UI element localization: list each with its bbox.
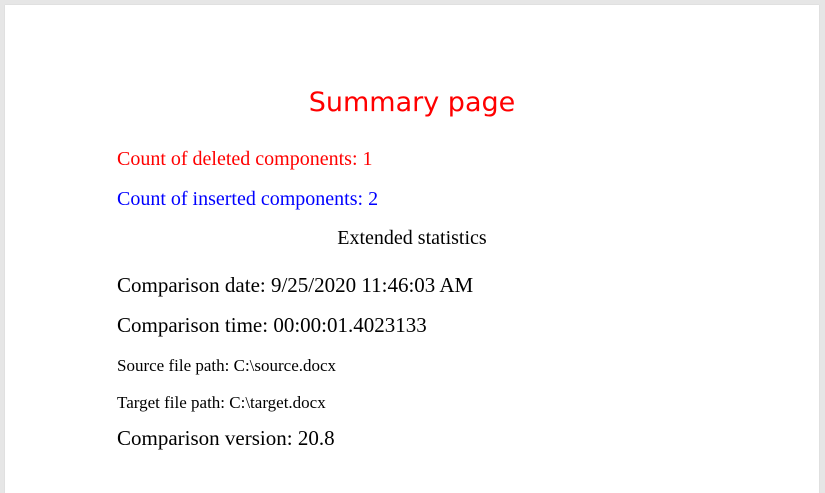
- inserted-components-count: Count of inserted components: 2: [117, 188, 379, 210]
- extended-statistics-heading: Extended statistics: [337, 227, 487, 249]
- comparison-version: Comparison version: 20.8: [117, 426, 335, 450]
- document-viewport: Summary page Count of deleted components…: [0, 0, 825, 493]
- comparison-date: Comparison date: 9/25/2020 11:46:03 AM: [117, 273, 474, 297]
- deleted-components-count: Count of deleted components: 1: [117, 148, 373, 170]
- target-file-path: Target file path: C:\target.docx: [117, 393, 326, 412]
- document-page: Summary page Count of deleted components…: [5, 5, 819, 493]
- comparison-time: Comparison time: 00:00:01.4023133: [117, 313, 427, 337]
- source-file-path: Source file path: C:\source.docx: [117, 356, 337, 375]
- page-title: Summary page: [308, 87, 516, 118]
